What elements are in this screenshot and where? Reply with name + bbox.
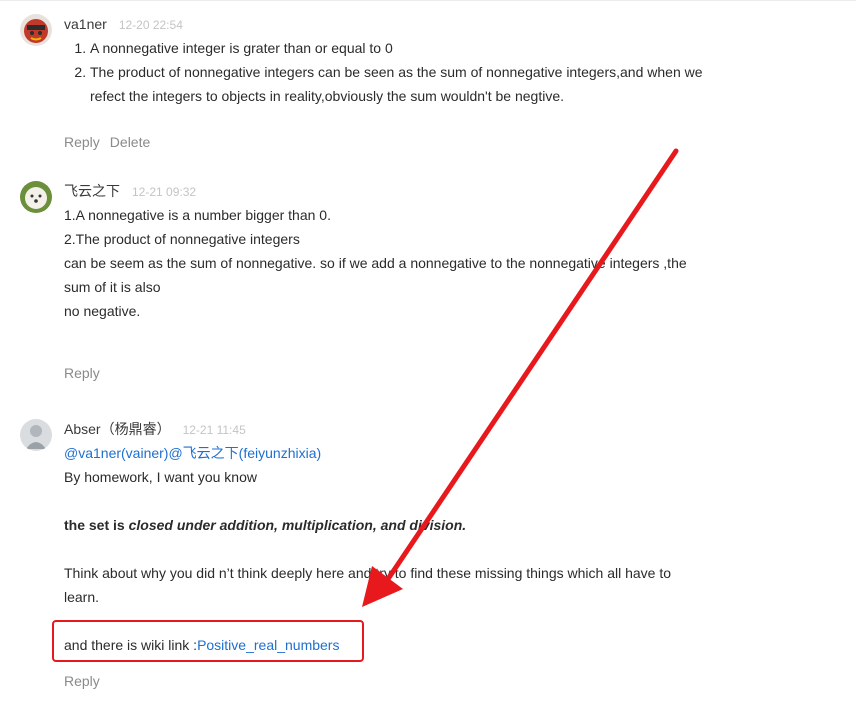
annotation-arrow-icon <box>362 148 679 607</box>
